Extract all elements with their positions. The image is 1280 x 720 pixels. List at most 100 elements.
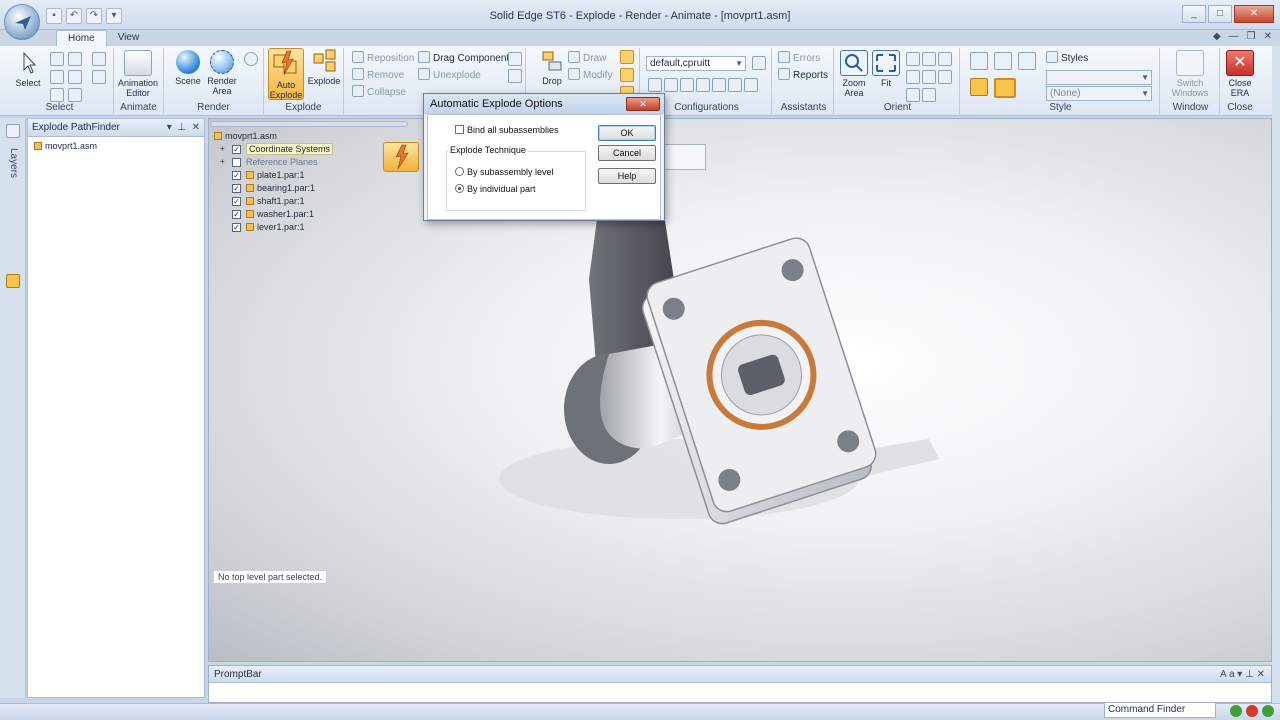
shaded-icon[interactable]: [970, 78, 988, 96]
render-area-button[interactable]: Render Area: [202, 50, 242, 96]
fit-button[interactable]: Fit: [866, 50, 906, 88]
expand-icon[interactable]: +: [220, 156, 225, 168]
layers-tab[interactable]: Layers: [8, 148, 19, 178]
explode-button[interactable]: Explode: [304, 48, 344, 86]
graphics-window[interactable]: [208, 118, 1272, 662]
view-orient-icon[interactable]: [938, 70, 952, 84]
switch-windows-button[interactable]: Switch Windows: [1170, 50, 1210, 98]
style-select-2[interactable]: (None) ▼: [1046, 86, 1152, 101]
zoom-icon[interactable]: [906, 52, 920, 66]
close-era-button[interactable]: ✕ Close ERA: [1220, 50, 1260, 98]
radio-by-subassembly[interactable]: By subassembly level: [455, 167, 554, 177]
styles-button[interactable]: Styles: [1046, 51, 1088, 67]
previous-view-icon[interactable]: [922, 88, 936, 102]
flow-line-icon-1[interactable]: [620, 50, 634, 64]
pathfinder-tab-icon[interactable]: [6, 124, 20, 138]
select-tool-icon-4[interactable]: [50, 70, 64, 84]
record-icon[interactable]: [1246, 705, 1258, 717]
bind-subassemblies-checkbox[interactable]: Bind all subassemblies: [455, 125, 559, 135]
washer-checkbox[interactable]: ✓: [232, 210, 241, 219]
remove-button[interactable]: Remove: [352, 68, 404, 84]
minimize-button[interactable]: _: [1182, 5, 1206, 23]
close-icon[interactable]: ✕: [1257, 669, 1265, 680]
reference-planes-checkbox[interactable]: [232, 158, 241, 167]
font-decrease-icon[interactable]: a: [1229, 669, 1235, 680]
select-tool-icon-2[interactable]: [68, 52, 82, 66]
tree-root[interactable]: movprt1.asm: [214, 130, 277, 142]
coordinate-systems-checkbox[interactable]: ✓: [232, 145, 241, 154]
font-increase-icon[interactable]: A: [1220, 669, 1226, 680]
reports-button[interactable]: Reports: [778, 68, 828, 84]
play-icon[interactable]: [1262, 705, 1274, 717]
config-tool-icon-3[interactable]: [680, 78, 694, 92]
plate-checkbox[interactable]: ✓: [232, 171, 241, 180]
command-finder-input[interactable]: Command Finder: [1104, 702, 1216, 718]
look-at-icon[interactable]: [922, 70, 936, 84]
radio-button-selected[interactable]: [455, 184, 464, 193]
tab-view[interactable]: View: [107, 30, 151, 46]
checkbox-box[interactable]: [455, 125, 464, 134]
shaded-edges-icon[interactable]: [994, 78, 1016, 98]
help-button[interactable]: Help: [598, 168, 656, 184]
ribbon-minimize-icon[interactable]: —: [1229, 31, 1239, 42]
view-cube-top-icon[interactable]: [994, 52, 1012, 70]
drop-button[interactable]: Drop: [532, 48, 572, 86]
select-tool-icon-6[interactable]: [92, 70, 106, 84]
bearing-checkbox[interactable]: ✓: [232, 184, 241, 193]
modify-button[interactable]: Modify: [568, 68, 612, 84]
select-tool-icon-7[interactable]: [50, 88, 64, 102]
ribbon-restore-icon[interactable]: ❐: [1247, 31, 1256, 42]
config-tool-icon-6[interactable]: [728, 78, 742, 92]
pin-icon[interactable]: ⊥: [177, 122, 186, 133]
help-icon[interactable]: ◆: [1213, 31, 1221, 42]
configuration-select[interactable]: default,cpruitt ▼: [646, 56, 746, 71]
radio-button[interactable]: [455, 167, 464, 176]
close-icon[interactable]: ✕: [192, 122, 200, 133]
select-button[interactable]: Select: [8, 50, 48, 88]
collapse-button[interactable]: Collapse: [352, 85, 406, 101]
config-tool-icon-4[interactable]: [696, 78, 710, 92]
explode-option-icon-1[interactable]: [508, 52, 522, 66]
config-tool-icon-7[interactable]: [744, 78, 758, 92]
draw-button[interactable]: Draw: [568, 51, 606, 67]
pin-icon[interactable]: ⊥: [1245, 669, 1254, 680]
select-tool-icon-8[interactable]: [68, 88, 82, 102]
tree-scrollbar[interactable]: [210, 121, 408, 127]
config-tool-icon-1[interactable]: [648, 78, 662, 92]
close-button[interactable]: ✕: [1234, 5, 1274, 23]
ribbon-close-icon[interactable]: ✕: [1264, 31, 1272, 42]
reposition-button[interactable]: Reposition: [352, 51, 414, 67]
ok-button[interactable]: OK: [598, 125, 656, 141]
view-cube-front-icon[interactable]: [1018, 52, 1036, 70]
drag-component-button[interactable]: Drag Component: [418, 51, 509, 67]
lever-checkbox[interactable]: ✓: [232, 223, 241, 232]
errors-button[interactable]: Errors: [778, 51, 820, 67]
application-button[interactable]: [4, 4, 40, 40]
unexplode-button[interactable]: Unexplode: [418, 68, 481, 84]
select-tool-icon-1[interactable]: [50, 52, 64, 66]
flow-line-icon-2[interactable]: [620, 68, 634, 82]
save-configuration-icon[interactable]: [752, 56, 766, 70]
pathfinder-assembly-item[interactable]: movprt1.asm: [34, 141, 97, 151]
radio-by-individual-part[interactable]: By individual part: [455, 184, 536, 194]
pan-icon[interactable]: [922, 52, 936, 66]
config-tool-icon-2[interactable]: [664, 78, 678, 92]
explode-option-icon-2[interactable]: [508, 69, 522, 83]
dropdown-icon[interactable]: ▾: [1237, 669, 1242, 680]
spin-icon[interactable]: [906, 70, 920, 84]
refresh-view-icon[interactable]: [906, 88, 920, 102]
maximize-button[interactable]: □: [1208, 5, 1232, 23]
command-bar-options[interactable]: [660, 144, 706, 170]
explode-pathfinder-tab-icon[interactable]: [6, 274, 20, 288]
animation-editor-button[interactable]: Animation Editor: [118, 50, 158, 98]
dialog-close-button[interactable]: ✕: [626, 97, 660, 111]
style-select-1[interactable]: ▼: [1046, 70, 1152, 85]
config-tool-icon-5[interactable]: [712, 78, 726, 92]
select-tool-icon-5[interactable]: [68, 70, 82, 84]
cancel-button[interactable]: Cancel: [598, 145, 656, 161]
select-tool-icon-3[interactable]: [92, 52, 106, 66]
render-settings-icon[interactable]: [244, 52, 258, 66]
view-cube-iso-icon[interactable]: [970, 52, 988, 70]
rotate-icon[interactable]: [938, 52, 952, 66]
tab-home[interactable]: Home: [56, 30, 107, 46]
